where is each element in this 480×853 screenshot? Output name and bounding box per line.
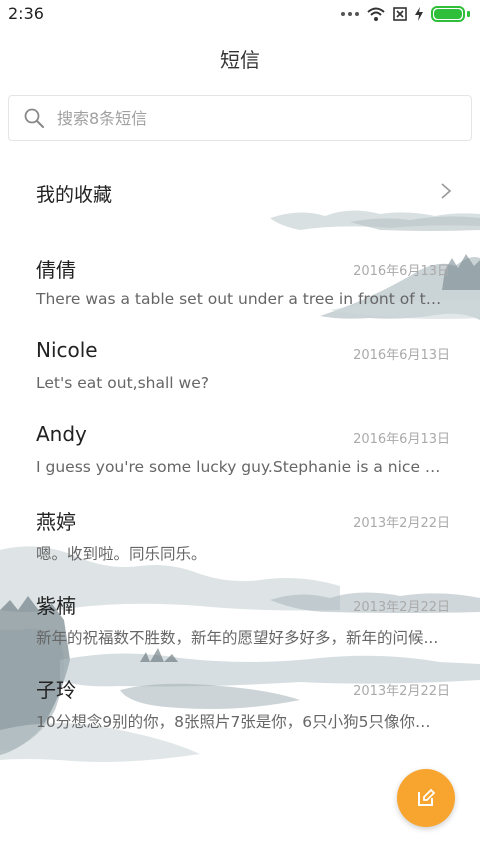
- message-preview: I guess you're some lucky guy.Stephanie …: [36, 458, 446, 476]
- message-preview: 嗯。收到啦。同乐同乐。: [36, 545, 207, 563]
- contact-name: 倩倩: [36, 258, 76, 282]
- message-date: 2016年6月13日: [353, 264, 450, 279]
- message-date: 2013年2月22日: [353, 600, 450, 615]
- contact-name: Andy: [36, 422, 87, 446]
- chevron-right-icon: [441, 183, 452, 199]
- dots-icon: [341, 12, 359, 16]
- page-title: 短信: [220, 48, 260, 72]
- conversation-item[interactable]: 燕婷 2013年2月22日 嗯。收到啦。同乐同乐。: [0, 496, 480, 580]
- battery-icon: [431, 6, 465, 22]
- message-date: 2013年2月22日: [353, 684, 450, 699]
- contact-name: 紫楠: [36, 594, 76, 618]
- wifi-icon: [367, 7, 385, 21]
- compose-button[interactable]: [397, 769, 455, 827]
- favorites-label: 我的收藏: [36, 184, 113, 206]
- conversation-item[interactable]: 倩倩 2016年6月13日 There was a table set out …: [0, 244, 480, 328]
- contact-name: 子玲: [36, 678, 76, 702]
- message-preview: 10分想念9别的你，8张照片7张是你，6只小狗5只像你，4...: [36, 713, 446, 731]
- message-preview: There was a table set out under a tree i…: [36, 290, 446, 308]
- contact-name: 燕婷: [36, 510, 76, 534]
- status-icons: [341, 5, 470, 23]
- search-icon: [24, 108, 44, 128]
- sim-x-icon: [393, 7, 407, 21]
- status-time: 2:36: [8, 4, 44, 23]
- message-preview: Let's eat out,shall we?: [36, 374, 209, 392]
- status-bar: 2:36: [0, 0, 480, 28]
- search-bar[interactable]: [8, 95, 472, 141]
- search-input[interactable]: [55, 107, 439, 129]
- conversation-item[interactable]: Andy 2016年6月13日 I guess you're some luck…: [0, 412, 480, 496]
- favorites-row[interactable]: 我的收藏: [0, 160, 480, 224]
- contact-name: Nicole: [36, 338, 98, 362]
- message-date: 2016年6月13日: [353, 348, 450, 363]
- compose-icon: [418, 788, 436, 806]
- conversation-item[interactable]: 子玲 2013年2月22日 10分想念9别的你，8张照片7张是你，6只小狗5只像…: [0, 664, 480, 748]
- message-date: 2013年2月22日: [353, 516, 450, 531]
- conversation-item[interactable]: Nicole 2016年6月13日 Let's eat out,shall we…: [0, 328, 480, 412]
- charging-icon: [415, 7, 423, 21]
- message-date: 2016年6月13日: [353, 432, 450, 447]
- battery-tip: [467, 11, 470, 17]
- message-preview: 新年的祝福数不胜数，新年的愿望好多好多，新年的问候...: [36, 629, 439, 647]
- conversation-item[interactable]: 紫楠 2013年2月22日 新年的祝福数不胜数，新年的愿望好多好多，新年的问候.…: [0, 580, 480, 664]
